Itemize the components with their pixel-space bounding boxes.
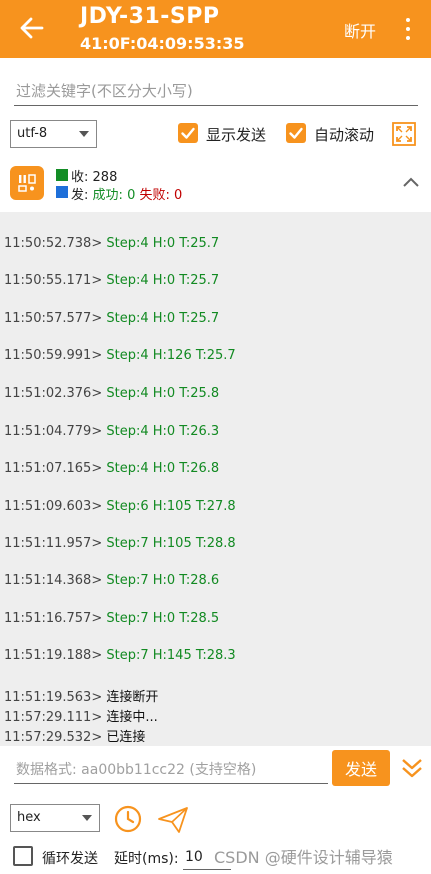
- log-timestamp: 11:51:19.563>: [4, 690, 107, 705]
- log-timestamp: 11:51:04.779>: [4, 424, 107, 439]
- log-data-text: Step:4 H:0 T:26.3: [106, 424, 220, 439]
- pause-clear-button[interactable]: [10, 166, 44, 200]
- log-status-text: 连接中...: [106, 710, 158, 725]
- log-timestamp: 11:51:19.188>: [4, 648, 107, 663]
- clock-icon[interactable]: [113, 804, 143, 834]
- app-bar: JDY-31-SPP 41:0F:04:09:53:35 断开: [0, 0, 431, 58]
- log-timestamp: 11:50:55.171>: [4, 273, 107, 288]
- log-line: 11:50:52.738> Step:4 H:0 T:25.7: [4, 236, 219, 251]
- log-data-text: Step:4 H:0 T:25.7: [106, 311, 220, 326]
- log-data-text: Step:6 H:105 T:27.8: [106, 499, 236, 514]
- pause-icon: [18, 174, 36, 192]
- auto-scroll-checkbox[interactable]: [286, 123, 306, 143]
- log-data-text: Step:4 H:126 T:25.7: [106, 348, 236, 363]
- chevron-up-icon[interactable]: [402, 176, 420, 188]
- device-address: 41:0F:04:09:53:35: [80, 34, 245, 53]
- log-timestamp: 11:51:02.376>: [4, 386, 107, 401]
- success-label: 成功:: [92, 188, 123, 203]
- send-data-input[interactable]: [14, 756, 328, 784]
- log-line: 11:51:11.957> Step:7 H:105 T:28.8: [4, 536, 236, 551]
- disconnect-button[interactable]: 断开: [344, 18, 376, 42]
- log-line: 11:57:29.111> 连接中...: [4, 706, 158, 725]
- show-send-label: 显示发送: [206, 126, 267, 144]
- fullscreen-icon[interactable]: [392, 122, 416, 146]
- log-line: 11:57:29.532> 已连接: [4, 726, 145, 745]
- recv-color-box: [56, 169, 68, 181]
- recv-stats: 收: 288: [71, 166, 117, 185]
- device-name: JDY-31-SPP: [80, 4, 220, 29]
- fail-count: 0: [174, 188, 183, 203]
- auto-scroll-label: 自动滚动: [314, 126, 375, 144]
- log-line: 11:50:59.991> Step:4 H:126 T:25.7: [4, 348, 236, 363]
- send-format-select[interactable]: hex: [10, 804, 100, 832]
- log-data-text: Step:7 H:0 T:28.5: [106, 611, 220, 626]
- delay-label: 延时(ms):: [114, 851, 179, 867]
- log-timestamp: 11:51:09.603>: [4, 499, 107, 514]
- log-line: 11:50:55.171> Step:4 H:0 T:25.7: [4, 273, 219, 288]
- fail-label: 失败:: [139, 188, 170, 203]
- log-timestamp: 11:50:52.738>: [4, 236, 107, 251]
- paper-plane-icon[interactable]: [157, 806, 189, 834]
- log-line: 11:51:19.188> Step:7 H:145 T:28.3: [4, 648, 236, 663]
- log-timestamp: 11:51:07.165>: [4, 461, 107, 476]
- log-line: 11:51:02.376> Step:4 H:0 T:25.8: [4, 386, 219, 401]
- loop-send-checkbox[interactable]: [13, 846, 33, 866]
- recv-count: 288: [92, 170, 118, 185]
- log-data-text: Step:7 H:145 T:28.3: [106, 648, 236, 663]
- show-send-checkbox[interactable]: [178, 123, 198, 143]
- log-timestamp: 11:51:14.368>: [4, 573, 107, 588]
- log-timestamp: 11:57:29.532>: [4, 730, 107, 745]
- filter-input[interactable]: [14, 76, 418, 106]
- log-data-text: Step:7 H:105 T:28.8: [106, 536, 236, 551]
- log-panel[interactable]: 11:50:52.738> Step:4 H:0 T:25.7 11:50:55.…: [0, 212, 431, 746]
- dropdown-arrow-icon: [82, 815, 92, 821]
- send-color-box: [56, 186, 68, 198]
- send-button[interactable]: 发送: [332, 750, 390, 786]
- log-line: 11:50:57.577> Step:4 H:0 T:25.7: [4, 311, 219, 326]
- more-options-icon[interactable]: [404, 18, 412, 40]
- send-stats: 发: 成功: 0 失败: 0: [71, 184, 182, 203]
- log-data-text: Step:4 H:0 T:25.8: [106, 386, 220, 401]
- log-data-text: Step:4 H:0 T:25.7: [106, 273, 220, 288]
- log-data-text: Step:4 H:0 T:26.8: [106, 461, 220, 476]
- log-line: 11:51:04.779> Step:4 H:0 T:26.3: [4, 424, 219, 439]
- watermark: CSDN @硬件设计辅导猿: [214, 848, 393, 867]
- log-timestamp: 11:50:59.991>: [4, 348, 107, 363]
- double-chevron-down-icon[interactable]: [400, 756, 424, 780]
- log-timestamp: 11:51:11.957>: [4, 536, 107, 551]
- log-line: 11:51:07.165> Step:4 H:0 T:26.8: [4, 461, 219, 476]
- log-data-text: Step:4 H:0 T:25.7: [106, 236, 220, 251]
- log-timestamp: 11:51:16.757>: [4, 611, 107, 626]
- encoding-select[interactable]: utf-8: [10, 120, 97, 148]
- send-format-value: hex: [17, 810, 41, 825]
- log-status-text: 连接断开: [106, 690, 159, 705]
- send-label: 发:: [71, 188, 89, 203]
- checkmark-icon: [289, 127, 303, 139]
- log-timestamp: 11:57:29.111>: [4, 710, 107, 725]
- log-line: 11:51:19.563> 连接断开: [4, 686, 158, 705]
- back-arrow-icon[interactable]: [18, 14, 46, 42]
- checkmark-icon: [181, 127, 195, 139]
- loop-send-label: 循环发送: [42, 851, 98, 867]
- dropdown-arrow-icon: [79, 131, 89, 137]
- log-line: 11:51:09.603> Step:6 H:105 T:27.8: [4, 499, 236, 514]
- recv-label: 收:: [71, 170, 89, 185]
- log-line: 11:51:16.757> Step:7 H:0 T:28.5: [4, 611, 219, 626]
- encoding-value: utf-8: [17, 126, 48, 141]
- log-status-text: 已连接: [106, 730, 146, 745]
- log-timestamp: 11:50:57.577>: [4, 311, 107, 326]
- success-count: 0: [127, 188, 136, 203]
- log-data-text: Step:7 H:0 T:28.6: [106, 573, 220, 588]
- log-line: 11:51:14.368> Step:7 H:0 T:28.6: [4, 573, 219, 588]
